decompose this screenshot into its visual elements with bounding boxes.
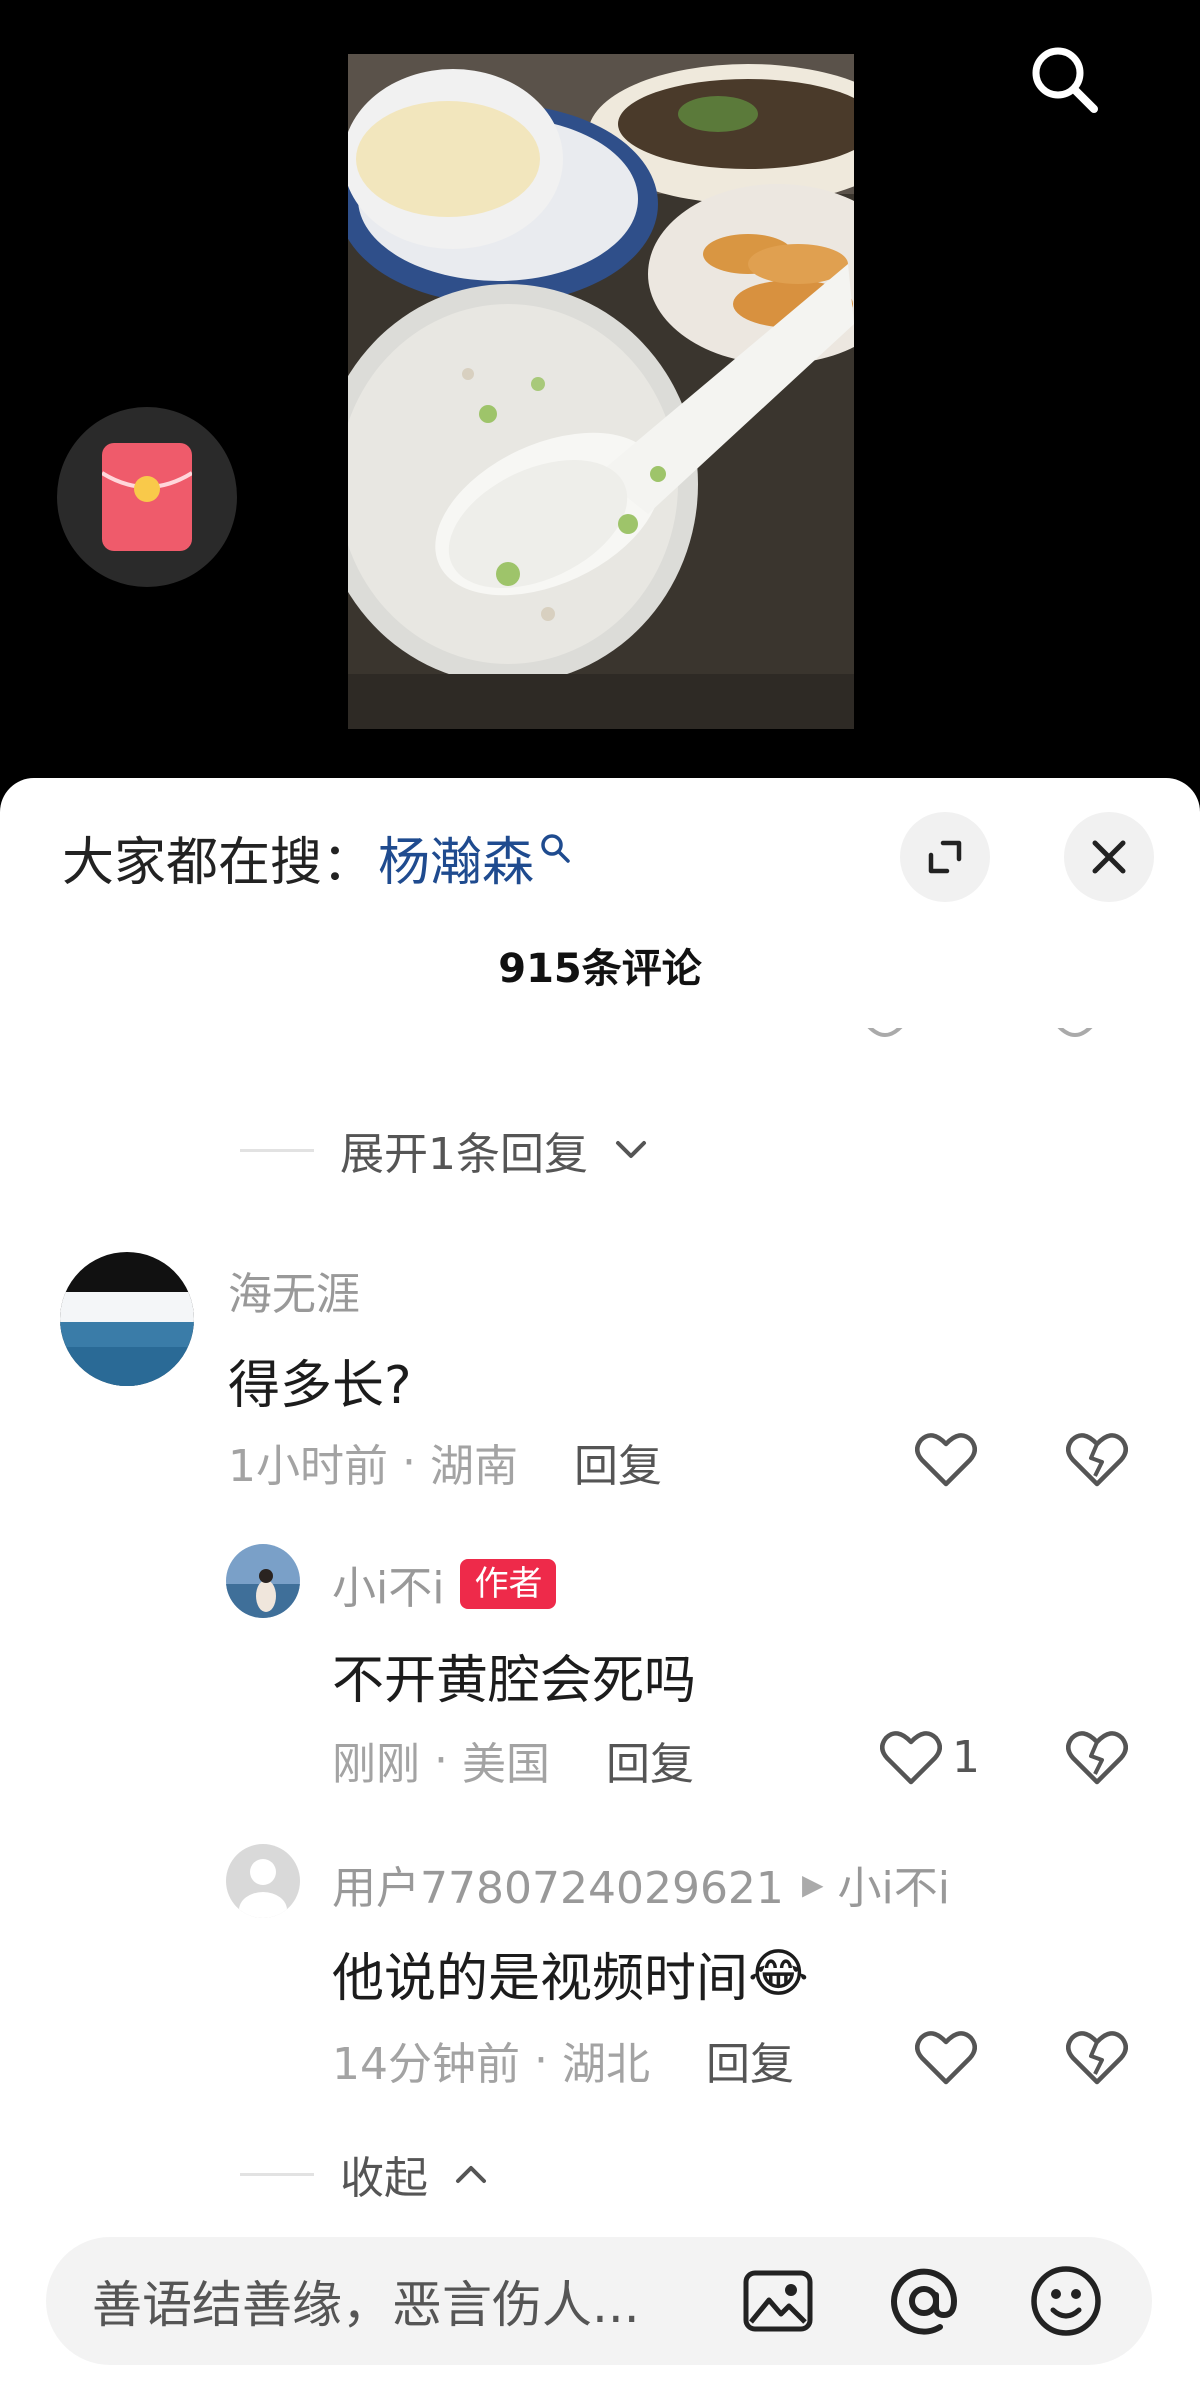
- avatar[interactable]: [226, 1844, 300, 1918]
- reply-location: 美国: [462, 1739, 550, 1790]
- reply-text: 不开黄腔会死吗: [332, 1651, 697, 1711]
- dislike-button[interactable]: [1066, 1728, 1128, 1786]
- broken-heart-icon: [1066, 1433, 1128, 1487]
- emoji-icon: [1031, 2266, 1101, 2336]
- like-button[interactable]: [915, 1430, 977, 1488]
- reply-button[interactable]: 回复: [606, 1728, 694, 1792]
- reply-username: 小i不i 作者: [332, 1552, 557, 1616]
- search-button[interactable]: [1020, 35, 1110, 125]
- divider-line: [240, 1148, 314, 1152]
- comment-input-bar[interactable]: 善语结善缘，恶言伤人...: [46, 2237, 1152, 2365]
- meta-separator: ·: [434, 1734, 448, 1786]
- reply-meta: 14分钟前 · 湖北 回复: [332, 2028, 794, 2092]
- close-icon: [1092, 840, 1126, 874]
- reply-username-text[interactable]: 用户7780724029621: [332, 1852, 784, 1916]
- reply-arrow-icon: ▶: [801, 1867, 824, 1901]
- like-count: 1: [952, 1731, 980, 1783]
- avatar[interactable]: [226, 1544, 300, 1618]
- collapse-replies-button[interactable]: 收起: [240, 2142, 488, 2206]
- expand-replies-button[interactable]: 展开1条回复: [240, 1118, 648, 1182]
- heart-icon: [915, 2031, 977, 2085]
- broken-heart-icon: [1066, 2031, 1128, 2085]
- reply-username: 用户7780724029621 ▶ 小i不i: [332, 1852, 950, 1916]
- search-icon: [1032, 47, 1098, 113]
- comment-input-placeholder[interactable]: 善语结善缘，恶言伤人...: [92, 2265, 640, 2337]
- laughing-crying-emoji-icon: 😂: [748, 1943, 809, 2004]
- at-icon: [891, 2268, 958, 2335]
- red-packet-button[interactable]: [57, 407, 237, 587]
- like-button[interactable]: 1: [880, 1728, 980, 1786]
- expand-button[interactable]: [900, 812, 990, 902]
- divider-line: [240, 2172, 314, 2176]
- reply-time: 刚刚: [332, 1739, 420, 1790]
- comment-sheet: 大家都在搜： 杨瀚森 915条评论 展开1条回复 海无涯 得多长? 1小时前 ·…: [0, 778, 1200, 2387]
- reply-text: 他说的是视频时间 😂: [332, 1936, 809, 2011]
- mention-button[interactable]: [884, 2261, 964, 2341]
- comment-location: 湖南: [430, 1441, 518, 1492]
- broken-heart-icon: [1066, 1731, 1128, 1785]
- default-user-icon: [226, 1844, 300, 1918]
- broken-heart-icon: [1057, 1028, 1093, 1037]
- dislike-button[interactable]: [1066, 2028, 1128, 2086]
- chevron-down-icon: [616, 1141, 646, 1158]
- like-button[interactable]: [915, 2028, 977, 2086]
- heart-icon: [867, 1028, 903, 1037]
- image-button[interactable]: [738, 2261, 818, 2341]
- hot-search-term[interactable]: 杨瀚森: [378, 820, 534, 895]
- expand-replies-label: 展开1条回复: [340, 1129, 588, 1180]
- reply-location: 湖北: [562, 2039, 650, 2090]
- comment-username[interactable]: 海无涯: [228, 1258, 360, 1322]
- scrolled-off-comment-meta: [230, 1028, 1130, 1052]
- comment-count-title: 915条评论: [498, 946, 702, 992]
- reply-time: 14分钟前: [332, 2039, 520, 2090]
- comment-meta: 1小时前 · 湖南 回复: [228, 1430, 662, 1494]
- congee-breakfast-image: [348, 54, 854, 729]
- reply-button[interactable]: 回复: [574, 1430, 662, 1494]
- heart-icon: [915, 1433, 977, 1487]
- emoji-button[interactable]: [1026, 2261, 1106, 2341]
- chevron-up-icon: [456, 2166, 486, 2183]
- reply-username-text[interactable]: 小i不i: [332, 1552, 444, 1616]
- comment-text: 得多长?: [228, 1356, 412, 1416]
- meta-separator: ·: [534, 2034, 548, 2086]
- video-player[interactable]: [0, 0, 1200, 800]
- author-avatar-image: [226, 1544, 300, 1618]
- meta-separator: ·: [402, 1436, 416, 1488]
- red-packet-icon: [102, 443, 192, 551]
- image-icon: [743, 2270, 813, 2332]
- sea-horizon-avatar-image: [60, 1252, 194, 1386]
- close-button[interactable]: [1064, 812, 1154, 902]
- reply-button[interactable]: 回复: [706, 2028, 794, 2092]
- expand-icon: [928, 840, 962, 874]
- hot-search-bar[interactable]: 大家都在搜： 杨瀚森: [62, 820, 572, 895]
- video-frame[interactable]: [348, 54, 854, 729]
- reply-text-body: 他说的是视频时间: [332, 1949, 749, 2009]
- avatar[interactable]: [60, 1252, 194, 1386]
- search-icon: [541, 834, 570, 863]
- reply-meta: 刚刚 · 美国 回复: [332, 1728, 694, 1792]
- reply-to-username[interactable]: 小i不i: [837, 1852, 949, 1916]
- comment-time: 1小时前: [228, 1441, 388, 1492]
- author-badge: 作者: [460, 1559, 557, 1609]
- hot-search-prefix: 大家都在搜：: [62, 832, 375, 893]
- dislike-button[interactable]: [1066, 1430, 1128, 1488]
- collapse-label: 收起: [340, 2153, 428, 2204]
- heart-icon: [880, 1731, 942, 1785]
